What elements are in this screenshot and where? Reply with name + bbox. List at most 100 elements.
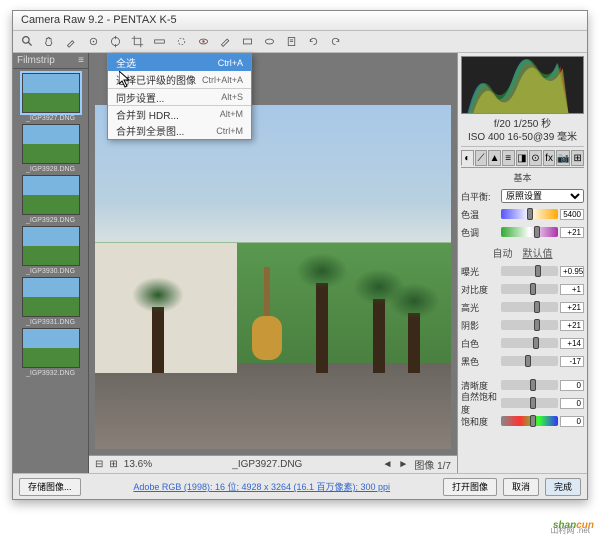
saturation-label: 饱和度 xyxy=(461,415,501,428)
menu-merge-pano[interactable]: 合并到全景图...Ctrl+M xyxy=(108,122,251,139)
tab-split[interactable]: ◨ xyxy=(516,150,529,166)
zoom-level[interactable]: 13.6% xyxy=(124,459,152,470)
hand-tool-icon[interactable] xyxy=(39,33,59,51)
filmstrip-header[interactable]: Filmstrip ≡ xyxy=(13,53,88,69)
straighten-icon[interactable] xyxy=(149,33,169,51)
eyedropper-icon[interactable] xyxy=(61,33,81,51)
toolbar xyxy=(13,31,587,53)
default-link[interactable]: 默认值 xyxy=(523,245,553,260)
shadows-slider[interactable] xyxy=(501,320,558,330)
filmstrip-label: Filmstrip xyxy=(17,55,55,66)
tint-value[interactable]: +21 xyxy=(560,227,584,238)
histogram[interactable] xyxy=(461,56,584,114)
redeye-icon[interactable] xyxy=(193,33,213,51)
bottom-bar: 存储图像... Adobe RGB (1998): 16 位; 4928 x 3… xyxy=(13,473,587,499)
saturation-value[interactable]: 0 xyxy=(560,416,584,427)
contrast-value[interactable]: +1 xyxy=(560,284,584,295)
tab-camera[interactable]: 📷 xyxy=(556,150,570,166)
current-filename: _IGP3927.DNG xyxy=(158,459,376,470)
clarity-value[interactable]: 0 xyxy=(560,380,584,391)
adjustments-panel: f/20 1/250 秒 ISO 400 16-50@39 毫米 ◐ ⟋ ▲ ≡… xyxy=(457,53,587,473)
tab-hsl[interactable]: ≡ xyxy=(502,150,515,166)
image-counter: 图像 1/7 xyxy=(414,457,451,472)
contrast-slider[interactable] xyxy=(501,284,558,294)
tab-detail[interactable]: ▲ xyxy=(488,150,501,166)
crop-icon[interactable] xyxy=(127,33,147,51)
thumb-item[interactable]: _IGP3929.DNG xyxy=(20,175,82,224)
rotate-cw-icon[interactable] xyxy=(325,33,345,51)
menu-select-all[interactable]: 全选Ctrl+A xyxy=(108,54,251,71)
cursor-icon xyxy=(119,71,133,89)
exposure-value[interactable]: +0.95 xyxy=(560,266,584,277)
tab-curve[interactable]: ⟋ xyxy=(475,150,488,166)
sampler-icon[interactable] xyxy=(83,33,103,51)
tab-lens[interactable]: ⊙ xyxy=(529,150,542,166)
spot-icon[interactable] xyxy=(171,33,191,51)
highlights-slider[interactable] xyxy=(501,302,558,312)
canvas-statusbar: ⊟ ⊞ 13.6% _IGP3927.DNG ◄ ► 图像 1/7 xyxy=(89,455,457,473)
filmstrip: Filmstrip ≡ _IGP3927.DNG _IGP3928.DNG _I… xyxy=(13,53,89,473)
vibrance-slider[interactable] xyxy=(501,398,558,408)
context-menu: 全选Ctrl+A 选择已评级的图像Ctrl+Alt+A 同步设置...Alt+S… xyxy=(107,53,252,140)
temp-value[interactable]: 5400 xyxy=(560,209,584,220)
highlights-label: 高光 xyxy=(461,301,501,314)
zoom-out-icon[interactable]: ⊟ xyxy=(95,459,103,470)
sub-tabs: 自动默认值 xyxy=(461,245,584,260)
panel-title: 基本 xyxy=(461,168,584,187)
tint-slider[interactable] xyxy=(501,227,558,237)
contrast-label: 对比度 xyxy=(461,283,501,296)
watermark-sub: 山村网 .net xyxy=(550,525,590,536)
menu-sync[interactable]: 同步设置...Alt+S xyxy=(108,88,251,105)
settings-icon[interactable] xyxy=(281,33,301,51)
wb-label: 白平衡: xyxy=(461,190,501,203)
tab-fx[interactable]: fx xyxy=(543,150,556,166)
next-image-icon[interactable]: ► xyxy=(398,459,408,470)
blacks-value[interactable]: -17 xyxy=(560,356,584,367)
exposure-slider[interactable] xyxy=(501,266,558,276)
auto-link[interactable]: 自动 xyxy=(493,245,513,260)
vibrance-value[interactable]: 0 xyxy=(560,398,584,409)
zoom-tool-icon[interactable] xyxy=(17,33,37,51)
tint-label: 色调 xyxy=(461,226,501,239)
panel-tabs: ◐ ⟋ ▲ ≡ ◨ ⊙ fx 📷 ⊞ xyxy=(461,150,584,168)
done-button[interactable]: 完成 xyxy=(545,478,581,496)
title-bar: Camera Raw 9.2 - PENTAX K-5 xyxy=(13,11,587,31)
filmstrip-scroll[interactable]: _IGP3927.DNG _IGP3928.DNG _IGP3929.DNG _… xyxy=(13,69,88,473)
temp-slider[interactable] xyxy=(501,209,558,219)
highlights-value[interactable]: +21 xyxy=(560,302,584,313)
wb-select[interactable]: 原照设置 xyxy=(501,189,584,203)
tab-basic[interactable]: ◐ xyxy=(461,150,474,166)
radial-icon[interactable] xyxy=(259,33,279,51)
thumb-item[interactable]: _IGP3930.DNG xyxy=(20,226,82,275)
whites-slider[interactable] xyxy=(501,338,558,348)
tab-presets[interactable]: ⊞ xyxy=(571,150,584,166)
clarity-slider[interactable] xyxy=(501,380,558,390)
blacks-label: 黑色 xyxy=(461,355,501,368)
thumb-item[interactable]: _IGP3931.DNG xyxy=(20,277,82,326)
whites-value[interactable]: +14 xyxy=(560,338,584,349)
menu-merge-hdr[interactable]: 合并到 HDR...Alt+M xyxy=(108,105,251,122)
app-window: Camera Raw 9.2 - PENTAX K-5 Filmstrip ≡ … xyxy=(12,10,588,500)
saturation-slider[interactable] xyxy=(501,416,558,426)
gradient-icon[interactable] xyxy=(237,33,257,51)
target-icon[interactable] xyxy=(105,33,125,51)
save-button[interactable]: 存储图像... xyxy=(19,478,81,496)
zoom-in-icon[interactable]: ⊞ xyxy=(109,459,117,470)
shadows-value[interactable]: +21 xyxy=(560,320,584,331)
rotate-ccw-icon[interactable] xyxy=(303,33,323,51)
filmstrip-menu-icon[interactable]: ≡ xyxy=(78,55,84,66)
shadows-label: 阴影 xyxy=(461,319,501,332)
brush-icon[interactable] xyxy=(215,33,235,51)
thumb-item[interactable]: _IGP3927.DNG xyxy=(20,73,82,122)
content-area: Filmstrip ≡ _IGP3927.DNG _IGP3928.DNG _I… xyxy=(13,53,587,473)
temp-label: 色温 xyxy=(461,208,501,221)
whites-label: 白色 xyxy=(461,337,501,350)
blacks-slider[interactable] xyxy=(501,356,558,366)
thumb-item[interactable]: _IGP3932.DNG xyxy=(20,328,82,377)
thumb-item[interactable]: _IGP3928.DNG xyxy=(20,124,82,173)
exif-info: f/20 1/250 秒 ISO 400 16-50@39 毫米 xyxy=(461,116,584,147)
cancel-button[interactable]: 取消 xyxy=(503,478,539,496)
prev-image-icon[interactable]: ◄ xyxy=(383,459,393,470)
file-info-link[interactable]: Adobe RGB (1998): 16 位; 4928 x 3264 (16.… xyxy=(87,480,437,493)
open-button[interactable]: 打开图像 xyxy=(443,478,497,496)
